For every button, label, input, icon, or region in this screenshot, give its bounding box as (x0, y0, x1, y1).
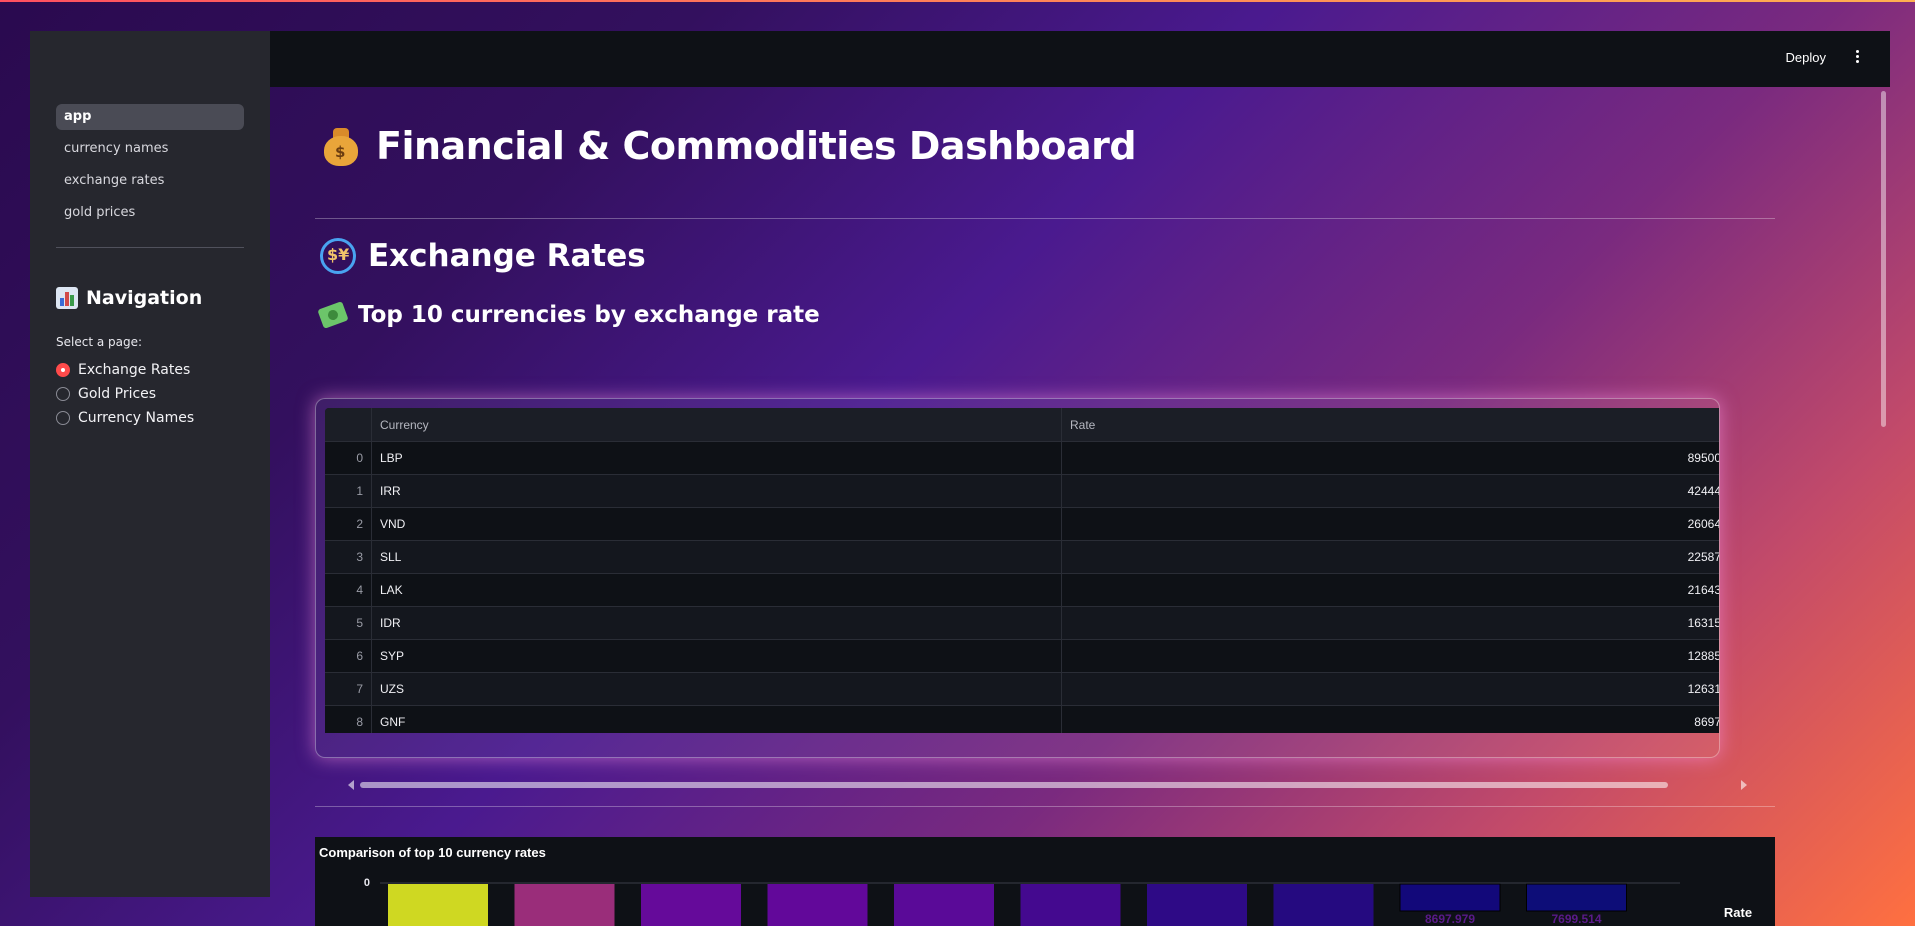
bar-chart: 0 8697.979 7699.514 Rate (364, 877, 1752, 926)
rate-cell[interactable]: 12631 (1062, 673, 1719, 706)
currency-cell[interactable]: UZS (372, 673, 1062, 706)
currency-cell[interactable]: LAK (372, 574, 1062, 607)
table-row[interactable]: 2 VND 26064 (325, 508, 1719, 541)
index-header[interactable] (325, 408, 372, 441)
dataframe-container: Currency Rate 0 LBP 89500 1 IRR 42444 2 … (315, 398, 1720, 758)
table-row[interactable]: 0 LBP 89500 (325, 442, 1719, 475)
y-tick-label: 0 (364, 877, 370, 889)
money-bag-icon: $ (322, 126, 360, 166)
rate-cell[interactable]: 12885 (1062, 640, 1719, 673)
radio-label: Exchange Rates (78, 362, 191, 378)
sidebar: app currency names exchange rates gold p… (30, 31, 270, 897)
table-horizontal-scrollbar[interactable] (360, 782, 1668, 788)
sidebar-page-exchange-rates[interactable]: exchange rates (56, 168, 244, 194)
divider (315, 806, 1775, 807)
divider (315, 218, 1775, 219)
table-header-row: Currency Rate (325, 408, 1719, 442)
rate-cell[interactable]: 21643 (1062, 574, 1719, 607)
row-index: 7 (325, 673, 372, 706)
row-index: 3 (325, 541, 372, 574)
currency-cell[interactable]: LBP (372, 442, 1062, 475)
table-row[interactable]: 4 LAK 21643 (325, 574, 1719, 607)
currency-cell[interactable]: SLL (372, 541, 1062, 574)
radio-gold-prices[interactable]: Gold Prices (56, 386, 156, 402)
currency-cell[interactable]: SYP (372, 640, 1062, 673)
chart-bar (1526, 883, 1627, 912)
table-row[interactable]: 6 SYP 12885 (325, 640, 1719, 673)
subsection-heading-text: Top 10 currencies by exchange rate (358, 302, 820, 328)
currency-cell[interactable]: GNF (372, 706, 1062, 733)
subsection-heading: Top 10 currencies by exchange rate (317, 301, 820, 329)
sidebar-divider (56, 247, 244, 248)
bar-chart-icon (56, 287, 78, 309)
rate-cell[interactable]: 42444 (1062, 475, 1719, 508)
bar-data-label: 7699.514 (1551, 912, 1601, 926)
table-row[interactable]: 3 SLL 22587 (325, 541, 1719, 574)
radio-selected-icon[interactable] (56, 363, 70, 377)
navigation-title: Navigation (86, 287, 203, 309)
bar-data-label: 8697.979 (1425, 912, 1475, 926)
sidebar-page-currency-names[interactable]: currency names (56, 136, 244, 162)
currency-cell[interactable]: IDR (372, 607, 1062, 640)
chart-bar (1020, 884, 1121, 926)
table-row[interactable]: 7 UZS 12631 (325, 673, 1719, 706)
row-index: 4 (325, 574, 372, 607)
radio-currency-names[interactable]: Currency Names (56, 410, 194, 426)
row-index: 8 (325, 706, 372, 733)
currency-cell[interactable]: VND (372, 508, 1062, 541)
radio-unselected-icon[interactable] (56, 411, 70, 425)
top-header: Deploy (270, 31, 1890, 87)
table-row[interactable]: 1 IRR 42444 (325, 475, 1719, 508)
sidebar-page-app[interactable]: app (56, 104, 244, 130)
scroll-right-arrow-icon[interactable] (1741, 780, 1747, 790)
rate-cell[interactable]: 22587 (1062, 541, 1719, 574)
row-index: 0 (325, 442, 372, 475)
chart-bar (1147, 884, 1247, 926)
table-row[interactable]: 5 IDR 16315 (325, 607, 1719, 640)
kebab-menu-icon[interactable] (1850, 48, 1864, 68)
page-title-text: Financial & Commodities Dashboard (376, 124, 1137, 168)
sidebar-page-nav: app currency names exchange rates gold p… (56, 104, 244, 232)
radio-label: Gold Prices (78, 386, 157, 402)
chart-bar (388, 884, 488, 926)
chart-bar (514, 884, 615, 926)
select-page-label: Select a page: (56, 335, 143, 349)
rate-cell[interactable]: 89500 (1062, 442, 1719, 475)
rate-cell[interactable]: 26064 (1062, 508, 1719, 541)
rate-cell[interactable]: 16315 (1062, 607, 1719, 640)
chart-bar (894, 884, 994, 926)
currency-cell[interactable]: IRR (372, 475, 1062, 508)
table-row[interactable]: 8 GNF 8697 (325, 706, 1719, 733)
radio-label: Currency Names (78, 410, 195, 426)
page-scrollbar[interactable] (1881, 91, 1886, 427)
page-title: $ Financial & Commodities Dashboard (322, 124, 1137, 168)
section-heading: $¥ Exchange Rates (320, 238, 646, 274)
legend-title: Rate (1724, 905, 1752, 920)
radio-unselected-icon[interactable] (56, 387, 70, 401)
rate-column-header[interactable]: Rate (1062, 408, 1719, 441)
radio-exchange-rates[interactable]: Exchange Rates (56, 362, 190, 378)
chart-bar (767, 884, 868, 926)
chart-bar (1273, 884, 1374, 926)
currency-exchange-icon: $¥ (320, 238, 356, 274)
chart-bar (641, 884, 741, 926)
row-index: 5 (325, 607, 372, 640)
deploy-button[interactable]: Deploy (1786, 50, 1826, 65)
row-index: 6 (325, 640, 372, 673)
dataframe-grid[interactable]: Currency Rate 0 LBP 89500 1 IRR 42444 2 … (325, 408, 1719, 733)
sidebar-page-gold-prices[interactable]: gold prices (56, 200, 244, 226)
window-top-accent (0, 0, 1915, 2)
scroll-left-arrow-icon[interactable] (348, 780, 354, 790)
rate-cell[interactable]: 8697 (1062, 706, 1719, 733)
section-heading-text: Exchange Rates (368, 238, 646, 274)
bar-chart-panel: Comparison of top 10 currency rates 0 869… (315, 837, 1775, 926)
currency-column-header[interactable]: Currency (372, 408, 1062, 441)
navigation-heading: Navigation (56, 287, 202, 309)
chart-bar (1399, 883, 1501, 912)
row-index: 2 (325, 508, 372, 541)
row-index: 1 (325, 475, 372, 508)
money-with-wings-icon (317, 301, 349, 329)
